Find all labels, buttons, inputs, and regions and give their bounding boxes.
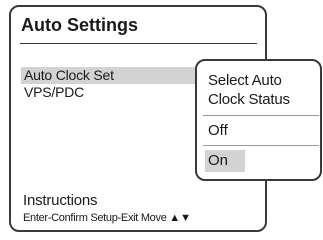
instructions-keys: Enter-Confirm Setup-Exit Move xyxy=(23,212,167,224)
popup-prompt-line-2: Clock Status xyxy=(208,91,290,108)
up-down-arrow-icon: ▲▼ xyxy=(169,212,192,224)
popup-divider xyxy=(203,115,319,116)
menu-item-auto-clock-set[interactable]: Auto Clock Set xyxy=(21,67,197,84)
auto-clock-status-popup: Select Auto Clock Status Off On xyxy=(195,59,322,181)
instructions-text: Enter-Confirm Setup-Exit Move ▲▼ xyxy=(23,212,191,224)
panel-title: Auto Settings xyxy=(21,15,138,35)
option-off[interactable]: Off xyxy=(205,120,245,142)
menu-item-vps-pdc[interactable]: VPS/PDC xyxy=(21,84,197,101)
option-on[interactable]: On xyxy=(205,150,245,172)
instructions-label: Instructions xyxy=(23,192,98,209)
popup-divider xyxy=(203,145,319,146)
title-divider xyxy=(20,43,257,44)
popup-prompt-line-1: Select Auto xyxy=(208,72,282,89)
popup-prompt: Select Auto Clock Status xyxy=(208,71,290,109)
